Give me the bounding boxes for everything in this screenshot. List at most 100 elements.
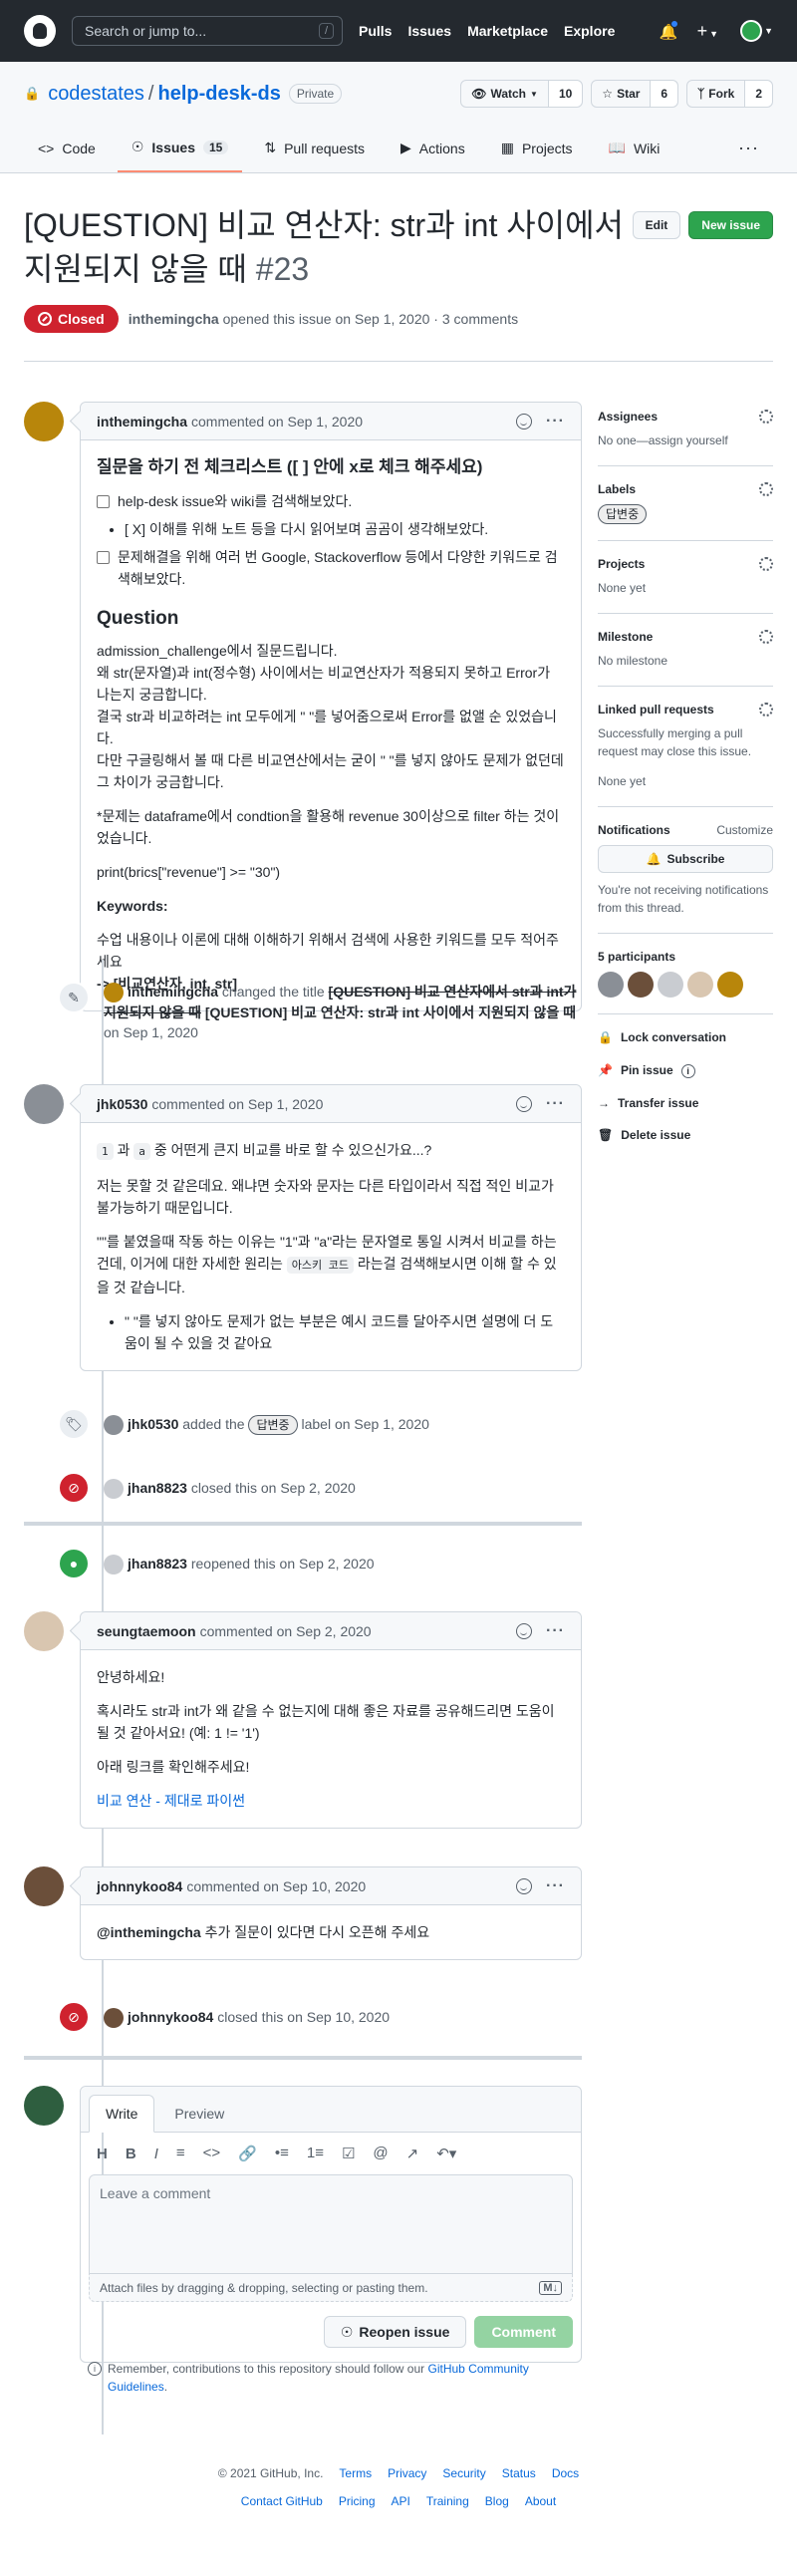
- avatar[interactable]: [104, 1555, 124, 1575]
- sidebar-heading[interactable]: Assignees: [598, 410, 773, 424]
- mention-icon[interactable]: @: [373, 2145, 388, 2162]
- tab-pull-requests[interactable]: ⇅ Pull requests: [250, 128, 379, 172]
- sidebar-heading[interactable]: Labels: [598, 482, 773, 496]
- avatar[interactable]: [658, 972, 683, 998]
- more-tabs-button[interactable]: ···: [724, 128, 773, 172]
- numbered-list-icon[interactable]: 1≡: [307, 2145, 324, 2162]
- task-checkbox[interactable]: [97, 495, 110, 508]
- event-author-link[interactable]: jhan8823: [128, 1556, 187, 1572]
- edit-title-button[interactable]: Edit: [632, 211, 681, 239]
- subscribe-button[interactable]: 🔔 Subscribe: [598, 845, 773, 873]
- avatar[interactable]: [104, 2008, 124, 2029]
- avatar[interactable]: [104, 983, 124, 1003]
- comment-textarea[interactable]: Leave a comment: [89, 2174, 573, 2274]
- avatar[interactable]: [24, 402, 64, 441]
- delete-issue-button[interactable]: 🗑 Delete issue: [598, 1128, 773, 1142]
- bold-icon[interactable]: B: [126, 2146, 136, 2162]
- pin-issue-button[interactable]: 📌 Pin issue i: [598, 1062, 773, 1078]
- sidebar-heading[interactable]: Projects: [598, 557, 773, 571]
- footer-link-contact[interactable]: Contact GitHub: [241, 2494, 323, 2508]
- cross-reference-icon[interactable]: ↗: [406, 2145, 419, 2162]
- kebab-menu-icon[interactable]: ···: [546, 1877, 565, 1895]
- tab-projects[interactable]: ▦ Projects: [487, 128, 587, 172]
- heading-icon[interactable]: H: [97, 2146, 108, 2162]
- new-issue-button[interactable]: New issue: [688, 211, 773, 239]
- event-author-link[interactable]: inthemingcha: [128, 984, 218, 1000]
- attach-files-area[interactable]: Attach files by dragging & dropping, sel…: [89, 2274, 573, 2302]
- nav-marketplace[interactable]: Marketplace: [467, 23, 548, 39]
- avatar[interactable]: [24, 1866, 64, 1906]
- create-new-menu[interactable]: + ▼: [697, 21, 718, 42]
- add-reaction-icon[interactable]: [516, 1877, 533, 1894]
- nav-issues[interactable]: Issues: [407, 23, 451, 39]
- gear-icon[interactable]: [759, 557, 773, 571]
- task-list-icon[interactable]: ☑: [342, 2145, 355, 2162]
- watch-count[interactable]: 10: [548, 81, 583, 107]
- notifications-bell-icon[interactable]: 🔔: [660, 20, 678, 41]
- kebab-menu-icon[interactable]: ···: [546, 1095, 565, 1113]
- transfer-issue-button[interactable]: → Transfer issue: [598, 1096, 773, 1110]
- add-reaction-icon[interactable]: [516, 413, 533, 429]
- italic-icon[interactable]: I: [154, 2146, 158, 2162]
- code-icon[interactable]: <>: [203, 2145, 221, 2162]
- user-menu[interactable]: ▼: [740, 20, 773, 42]
- tab-code[interactable]: <> Code: [24, 128, 110, 172]
- footer-link-security[interactable]: Security: [442, 2466, 485, 2480]
- bullet-list-icon[interactable]: •≡: [275, 2145, 289, 2162]
- footer-link-api[interactable]: API: [392, 2494, 410, 2508]
- footer-link-blog[interactable]: Blog: [485, 2494, 509, 2508]
- star-count[interactable]: 6: [651, 81, 678, 107]
- avatar[interactable]: [24, 1611, 64, 1651]
- avatar[interactable]: [24, 1084, 64, 1124]
- user-mention[interactable]: @inthemingcha: [97, 1924, 201, 1940]
- footer-link-training[interactable]: Training: [426, 2494, 469, 2508]
- avatar[interactable]: [687, 972, 713, 998]
- lock-conversation-button[interactable]: 🔒 Lock conversation: [598, 1030, 773, 1044]
- comment-button[interactable]: Comment: [474, 2316, 573, 2348]
- fork-count[interactable]: 2: [745, 81, 772, 107]
- fork-button[interactable]: ᛉ Fork: [687, 81, 746, 107]
- quote-icon[interactable]: ≡: [176, 2145, 185, 2162]
- task-checkbox[interactable]: [97, 551, 110, 564]
- nav-explore[interactable]: Explore: [564, 23, 615, 39]
- tab-wiki[interactable]: 📖 Wiki: [595, 128, 674, 172]
- search-input[interactable]: Search or jump to... /: [72, 16, 343, 46]
- watch-button[interactable]: 👁 Watch ▼: [461, 81, 549, 107]
- issue-author-link[interactable]: inthemingcha: [129, 311, 219, 327]
- kebab-menu-icon[interactable]: ···: [546, 413, 565, 430]
- comment-author-link[interactable]: johnnykoo84: [97, 1878, 182, 1894]
- comment-author-link[interactable]: seungtaemoon: [97, 1623, 196, 1639]
- avatar[interactable]: [717, 972, 743, 998]
- tab-actions[interactable]: ▶ Actions: [387, 128, 479, 172]
- avatar[interactable]: [24, 2086, 64, 2126]
- avatar[interactable]: [104, 1479, 124, 1500]
- reopen-issue-button[interactable]: ☉ Reopen issue: [323, 2316, 467, 2348]
- link-icon[interactable]: 🔗: [238, 2145, 257, 2162]
- footer-link-status[interactable]: Status: [502, 2466, 536, 2480]
- tab-issues[interactable]: ☉ Issues 15: [117, 128, 243, 172]
- nav-pulls[interactable]: Pulls: [359, 23, 392, 39]
- add-reaction-icon[interactable]: [516, 1095, 533, 1112]
- repo-name-link[interactable]: help-desk-ds: [157, 83, 280, 106]
- repo-owner-link[interactable]: codestates: [48, 83, 144, 106]
- add-reaction-icon[interactable]: [516, 1622, 533, 1639]
- gear-icon[interactable]: [759, 630, 773, 644]
- event-author-link[interactable]: jhan8823: [128, 1480, 187, 1496]
- tab-preview[interactable]: Preview: [158, 2096, 240, 2132]
- assignees-value[interactable]: No one—assign yourself: [598, 431, 773, 449]
- avatar[interactable]: [104, 1415, 124, 1436]
- footer-link-about[interactable]: About: [525, 2494, 556, 2508]
- footer-link-docs[interactable]: Docs: [552, 2466, 579, 2480]
- label-pill[interactable]: 답변중: [248, 1415, 298, 1435]
- footer-link-privacy[interactable]: Privacy: [388, 2466, 426, 2480]
- sidebar-heading[interactable]: Milestone: [598, 630, 773, 644]
- comment-author-link[interactable]: inthemingcha: [97, 414, 187, 429]
- comment-author-link[interactable]: jhk0530: [97, 1096, 147, 1112]
- avatar[interactable]: [598, 972, 624, 998]
- footer-link-pricing[interactable]: Pricing: [339, 2494, 376, 2508]
- star-button[interactable]: ☆ Star: [592, 81, 652, 107]
- gear-icon[interactable]: [759, 703, 773, 716]
- footer-link-terms[interactable]: Terms: [339, 2466, 372, 2480]
- tab-write[interactable]: Write: [89, 2095, 155, 2133]
- customize-link[interactable]: Customize: [716, 823, 773, 837]
